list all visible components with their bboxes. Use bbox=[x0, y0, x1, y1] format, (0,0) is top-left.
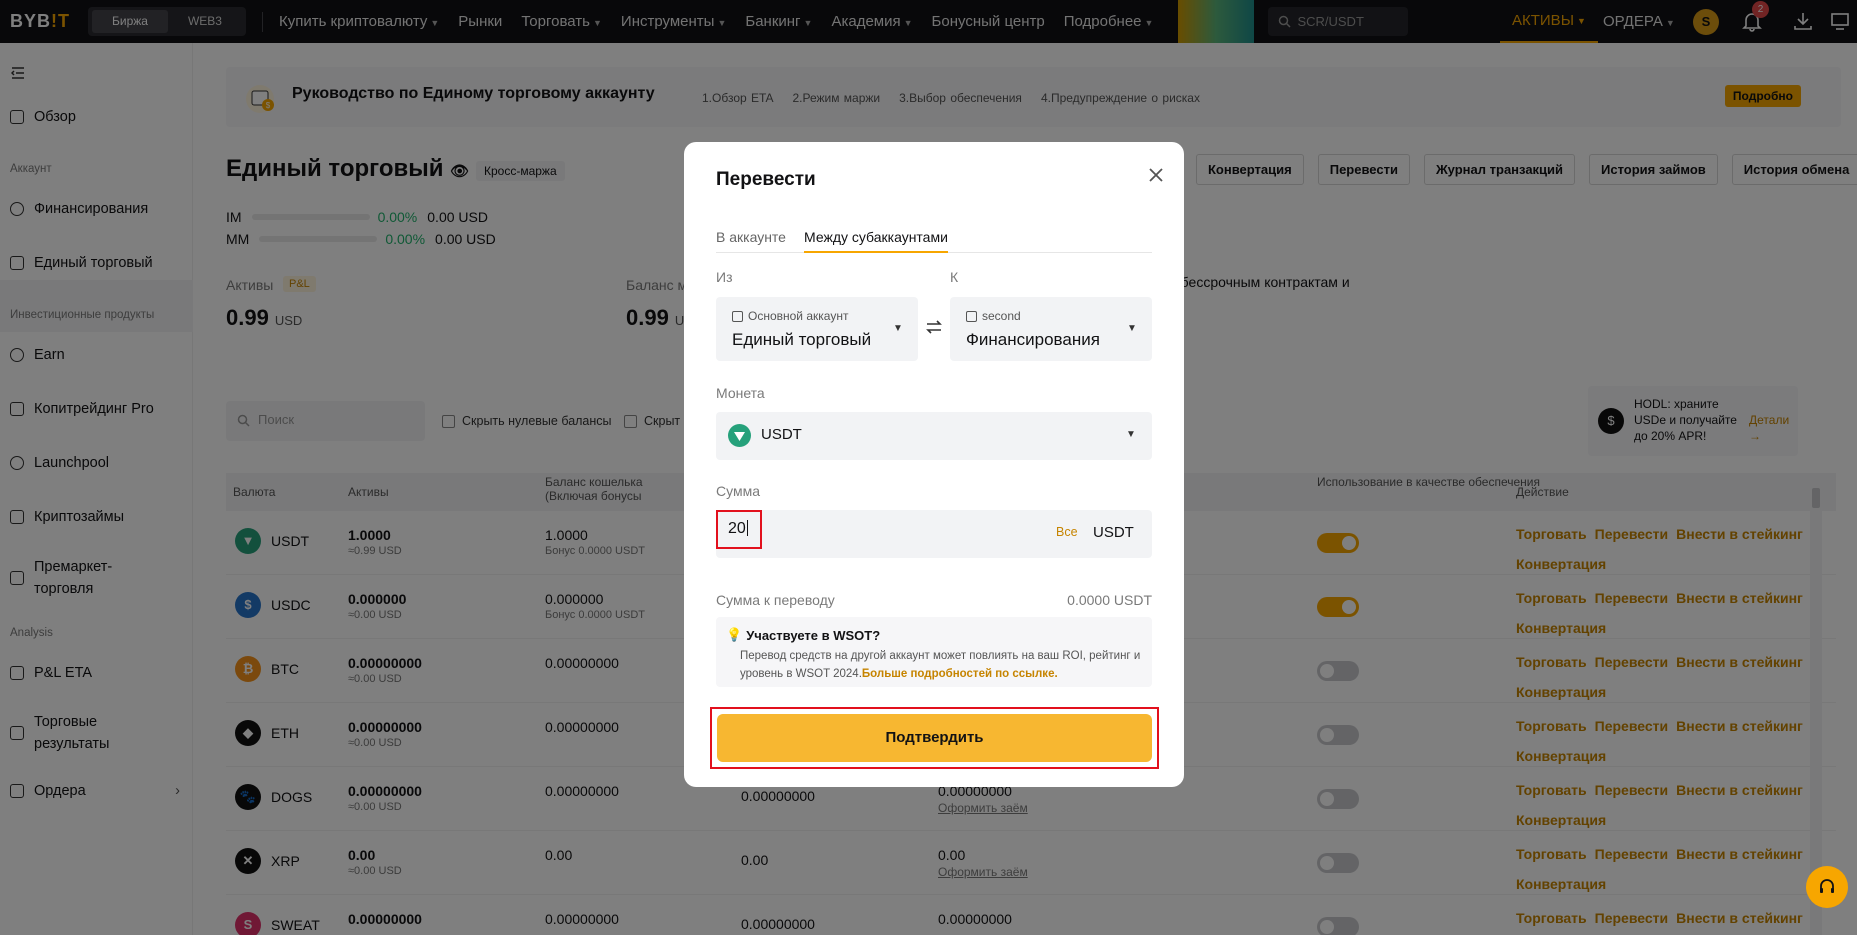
amount-field[interactable]: 20 Все USDT bbox=[716, 510, 1152, 558]
user-icon bbox=[732, 310, 743, 322]
from-account-select[interactable]: Основной аккаунт Единый торговый ▼ bbox=[716, 297, 918, 361]
amount-label: Сумма bbox=[716, 483, 760, 499]
dropdown-arrow-icon: ▼ bbox=[893, 323, 903, 334]
dropdown-arrow-icon: ▼ bbox=[1127, 323, 1137, 334]
wsot-details-link[interactable]: Больше подробностей по ссылке. bbox=[862, 668, 1058, 680]
headset-icon bbox=[1820, 879, 1834, 893]
confirm-highlight: Подтвердить bbox=[710, 707, 1159, 769]
close-icon[interactable] bbox=[1145, 164, 1167, 186]
to-account-select[interactable]: second Финансирования ▼ bbox=[950, 297, 1152, 361]
coin-select[interactable]: USDT ▼ bbox=[716, 412, 1152, 460]
tab-within-account[interactable]: В аккаунте bbox=[716, 229, 786, 245]
transfer-amount-label: Сумма к переводу bbox=[716, 592, 835, 608]
from-label: Из bbox=[716, 269, 733, 285]
modal-title: Перевести bbox=[716, 169, 816, 190]
transfer-modal: Перевести В аккаунте Между субаккаунтами… bbox=[684, 142, 1184, 787]
confirm-button[interactable]: Подтвердить bbox=[717, 714, 1152, 762]
dropdown-arrow-icon: ▼ bbox=[1126, 429, 1136, 440]
coin-label: Монета bbox=[716, 385, 765, 401]
support-button[interactable] bbox=[1806, 866, 1848, 908]
wsot-notice: 💡 Участвуете в WSOT? Перевод средств на д… bbox=[716, 617, 1152, 687]
amount-unit: USDT bbox=[1093, 524, 1134, 541]
usdt-coin-icon bbox=[728, 424, 751, 447]
transfer-tabs: В аккаунте Между субаккаунтами bbox=[716, 224, 1152, 253]
tab-between-subaccounts[interactable]: Между субаккаунтами bbox=[804, 229, 948, 253]
to-label: К bbox=[950, 269, 959, 285]
user-icon bbox=[966, 310, 977, 322]
max-all-button[interactable]: Все bbox=[1056, 525, 1078, 539]
lightbulb-icon: 💡 bbox=[726, 627, 743, 642]
amount-input[interactable]: 20 bbox=[716, 510, 762, 549]
swap-icon[interactable] bbox=[923, 316, 945, 338]
transfer-amount-value: 0.0000 USDT bbox=[1067, 592, 1152, 608]
